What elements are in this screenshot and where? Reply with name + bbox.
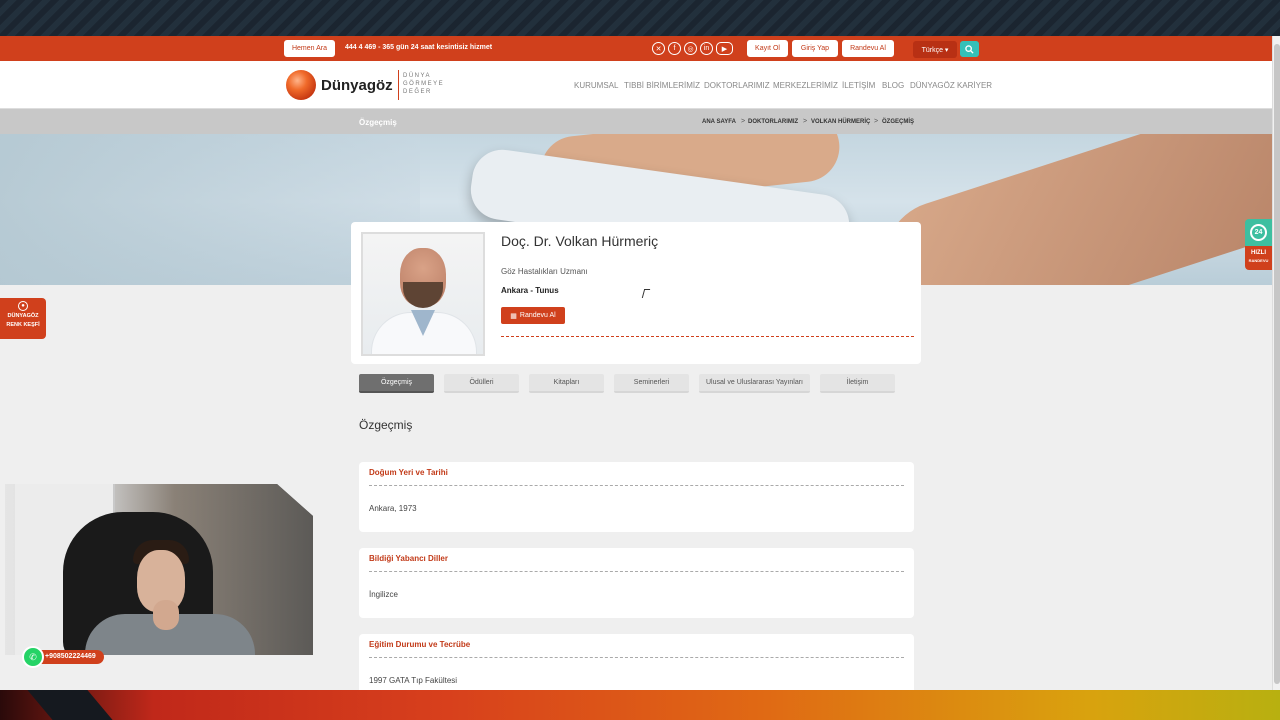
section-title: Özgeçmiş [359, 418, 413, 432]
calendar-icon: ▦ [510, 312, 517, 320]
info-card-title: Bildiği Yabancı Diller [369, 554, 448, 563]
doctor-location: Ankara - Tunus [501, 286, 559, 295]
tab-yayinlar[interactable]: Ulusal ve Uluslararası Yayınları [699, 374, 810, 393]
nav-item-tibbi-birimler[interactable]: TIBBİ BİRİMLERİMİZ [624, 81, 700, 90]
24-hours-icon: 24 [1250, 224, 1267, 241]
info-card-value: 1997 GATA Tıp Fakültesi [369, 676, 458, 685]
logo-text[interactable]: Dünyagöz [321, 77, 393, 94]
facebook-icon[interactable]: f [668, 42, 681, 55]
info-card-education: Eğitim Durumu ve Tecrübe 1997 GATA Tıp F… [359, 634, 914, 690]
tab-seminerler[interactable]: Seminerleri [614, 374, 689, 393]
breadcrumb-doctors[interactable]: DOKTORLARIMIZ [748, 119, 798, 125]
logo-divider [398, 70, 399, 100]
doctor-profile-card: Doç. Dr. Volkan Hürmeriç Göz Hastalıklar… [351, 222, 921, 364]
nav-item-blog[interactable]: BLOG [882, 81, 904, 90]
breadcrumb-home[interactable]: ANA SAYFA [702, 119, 736, 125]
divider [501, 336, 914, 337]
stream-frame-bottom [0, 690, 1280, 720]
nav-item-doktorlar[interactable]: DOKTORLARIMIZ [704, 81, 770, 90]
nav-item-iletisim[interactable]: İLETİŞİM [842, 81, 875, 90]
nav-item-merkezler[interactable]: MERKEZLERİMİZ [773, 81, 838, 90]
tab-ozgecmis[interactable]: Özgeçmiş [359, 374, 434, 393]
info-card-value: Ankara, 1973 [369, 504, 417, 513]
doctor-photo [361, 232, 485, 356]
stream-frame-top [0, 0, 1280, 36]
search-button[interactable] [960, 41, 979, 57]
register-button[interactable]: Kayıt Ol [747, 40, 788, 57]
doctor-name: Doç. Dr. Volkan Hürmeriç [501, 233, 659, 249]
top-bar: Hemen Ara 444 4 469 - 365 gün 24 saat ke… [0, 36, 1272, 61]
info-card-languages: Bildiği Yabancı Diller İngilizce [359, 548, 914, 618]
whatsapp-icon: ✆ [22, 646, 44, 668]
nav-item-kurumsal[interactable]: KURUMSAL [574, 81, 618, 90]
breadcrumb: Özgeçmiş ANA SAYFA > DOKTORLARIMIZ > VOL… [0, 109, 1272, 134]
breadcrumb-separator: > [741, 118, 746, 125]
instagram-icon[interactable]: ◎ [684, 42, 697, 55]
breadcrumb-doctor-name[interactable]: VOLKAN HÜRMERİÇ [811, 119, 870, 125]
quick-appointment-badge[interactable]: 24 HIZLI RANDEVU [1245, 219, 1272, 270]
info-card-title: Doğum Yeri ve Tarihi [369, 468, 448, 477]
youtube-icon[interactable]: ▶ [716, 42, 733, 55]
site-header: Dünyagöz DÜNYA GÖRMEYE DEĞER KURUMSAL TI… [0, 61, 1272, 109]
breadcrumb-current: ÖZGEÇMİŞ [882, 119, 915, 125]
scrollbar[interactable] [1272, 36, 1280, 690]
language-selector[interactable]: Türkçe ▾ [913, 41, 957, 58]
hotline-text: 444 4 469 - 365 gün 24 saat kesintisiz h… [345, 44, 493, 51]
call-now-button[interactable]: Hemen Ara [284, 40, 335, 57]
breadcrumb-separator: > [874, 118, 879, 125]
search-icon [965, 44, 974, 54]
info-card-value: İngilizce [369, 590, 398, 599]
tab-oduller[interactable]: Ödülleri [444, 374, 519, 393]
whatsapp-button[interactable]: +908502224469 ✆ [15, 640, 104, 674]
scrollbar-thumb[interactable] [1274, 44, 1280, 684]
logo-icon[interactable] [286, 70, 316, 100]
eye-icon: ● [18, 301, 28, 311]
page-title: Özgeçmiş [359, 118, 397, 127]
top-appointment-button[interactable]: Randevu Al [842, 40, 894, 57]
tab-iletisim[interactable]: İletişim [820, 374, 895, 393]
breadcrumb-separator: > [803, 118, 808, 125]
doctor-appointment-label: Randevu Al [519, 312, 556, 319]
nav-item-kariyer[interactable]: DÜNYAGÖZ KARİYER [910, 81, 992, 90]
doctor-specialty: Göz Hastalıkları Uzmanı [501, 267, 588, 276]
webcam-overlay [5, 484, 313, 655]
x-icon[interactable]: ✕ [652, 42, 665, 55]
info-card-title: Eğitim Durumu ve Tecrübe [369, 640, 471, 649]
linkedin-icon[interactable]: in [700, 42, 713, 55]
tab-kitaplar[interactable]: Kitapları [529, 374, 604, 393]
doctor-appointment-button[interactable]: ▦ Randevu Al [501, 307, 565, 324]
color-test-badge[interactable]: ● DÜNYAGÖZ RENK KEŞFİ [0, 298, 46, 339]
logo-tagline: DÜNYA GÖRMEYE DEĞER [403, 73, 445, 95]
login-button[interactable]: Giriş Yap [792, 40, 838, 57]
info-card-birth: Doğum Yeri ve Tarihi Ankara, 1973 [359, 462, 914, 532]
